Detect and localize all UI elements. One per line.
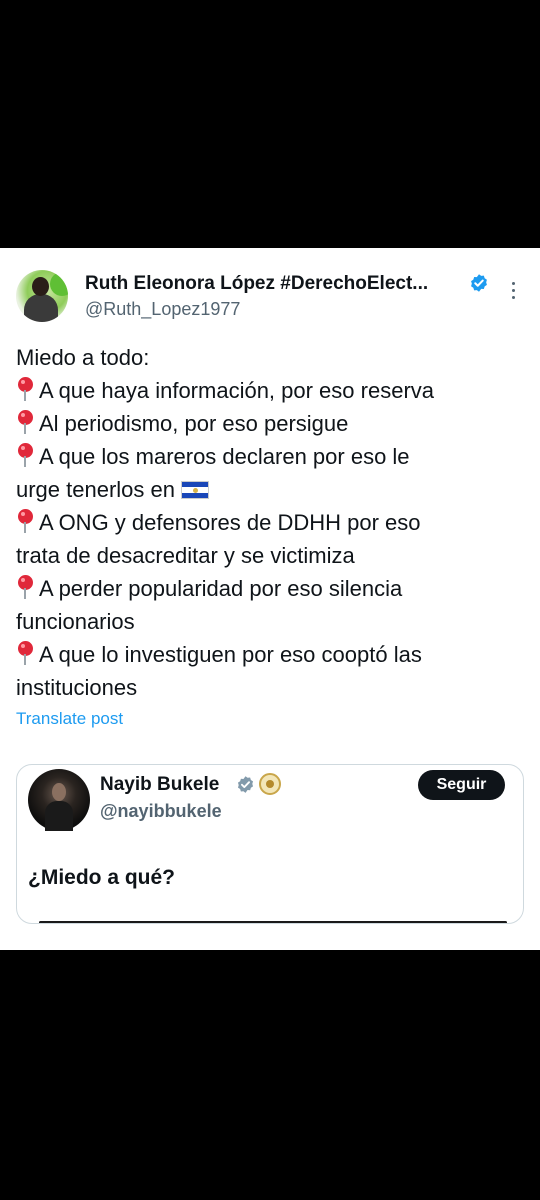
- gray-verified-badge-icon: [237, 776, 254, 793]
- tweet-line: trata de desacreditar y se victimiza: [16, 539, 526, 572]
- avatar-body: [24, 294, 58, 322]
- author-avatar[interactable]: [16, 270, 68, 322]
- tweet-line-text: Al periodismo, por eso persigue: [39, 411, 349, 436]
- quoted-tweet-card[interactable]: Nayib Bukele @nayibbukele Seguir ¿Miedo …: [16, 764, 524, 924]
- quoted-media-edge: [39, 921, 507, 923]
- tweet-line: A ONG y defensores de DDHH por eso: [16, 506, 526, 539]
- tweet-line-text: funcionarios: [16, 609, 135, 634]
- quoted-author-avatar[interactable]: [28, 769, 90, 831]
- round-pushpin-icon: [18, 509, 33, 533]
- tweet-line-text: A que los mareros declaren por eso le: [39, 444, 410, 469]
- tweet-line-text: Miedo a todo:: [16, 345, 150, 370]
- quoted-avatar-torso: [45, 801, 73, 831]
- tweet-line-text: trata de desacreditar y se victimiza: [16, 543, 355, 568]
- tweet-line-text: urge tenerlos en: [16, 477, 175, 502]
- tweet-line: Al periodismo, por eso persigue: [16, 407, 526, 440]
- tweet-line-text: instituciones: [16, 675, 138, 700]
- quoted-author-name[interactable]: Nayib Bukele: [100, 774, 219, 796]
- avatar-leaf-decoration: [50, 272, 68, 296]
- round-pushpin-icon: [18, 377, 33, 401]
- tweet-line: A perder popularidad por eso silencia: [16, 572, 526, 605]
- bottom-black-bar: [0, 950, 540, 1200]
- translate-post-link[interactable]: Translate post: [16, 709, 123, 729]
- tweet-line: A que los mareros declaren por eso le: [16, 440, 526, 473]
- verified-badge-icon: [471, 274, 487, 292]
- quoted-tweet-text: ¿Miedo a qué?: [28, 866, 175, 889]
- round-pushpin-icon: [18, 410, 33, 434]
- tweet-line: A que haya información, por eso reserva: [16, 374, 526, 407]
- author-handle[interactable]: @Ruth_Lopez1977: [85, 299, 240, 320]
- tweet-line-text: A perder popularidad por eso silencia: [39, 576, 403, 601]
- more-options-icon[interactable]: [505, 282, 521, 306]
- round-pushpin-icon: [18, 641, 33, 665]
- top-black-bar: [0, 0, 540, 248]
- tweet-line-text: A ONG y defensores de DDHH por eso: [39, 510, 421, 535]
- round-pushpin-icon: [18, 443, 33, 467]
- follow-button[interactable]: Seguir: [418, 770, 505, 800]
- avatar-head: [32, 277, 49, 296]
- author-name[interactable]: Ruth Eleonora López #DerechoElect...: [85, 273, 428, 295]
- tweet-line-text: A que haya información, por eso reserva: [39, 378, 435, 403]
- tweet-text: Miedo a todo: A que haya información, po…: [16, 341, 526, 704]
- tweet-line: instituciones: [16, 671, 526, 704]
- tweet-line: urge tenerlos en: [16, 473, 526, 506]
- el-salvador-flag-icon: [181, 481, 209, 499]
- tweet-line: funcionarios: [16, 605, 526, 638]
- quoted-author-handle[interactable]: @nayibbukele: [100, 801, 222, 822]
- tweet-line: Miedo a todo:: [16, 341, 526, 374]
- tweet-card: Ruth Eleonora López #DerechoElect... @Ru…: [0, 248, 540, 950]
- tweet-line: A que lo investiguen por eso cooptó las: [16, 638, 526, 671]
- round-pushpin-icon: [18, 575, 33, 599]
- quoted-avatar-face: [52, 783, 66, 801]
- tweet-line-text: A que lo investiguen por eso cooptó las: [39, 642, 422, 667]
- government-seal-icon: [259, 773, 281, 795]
